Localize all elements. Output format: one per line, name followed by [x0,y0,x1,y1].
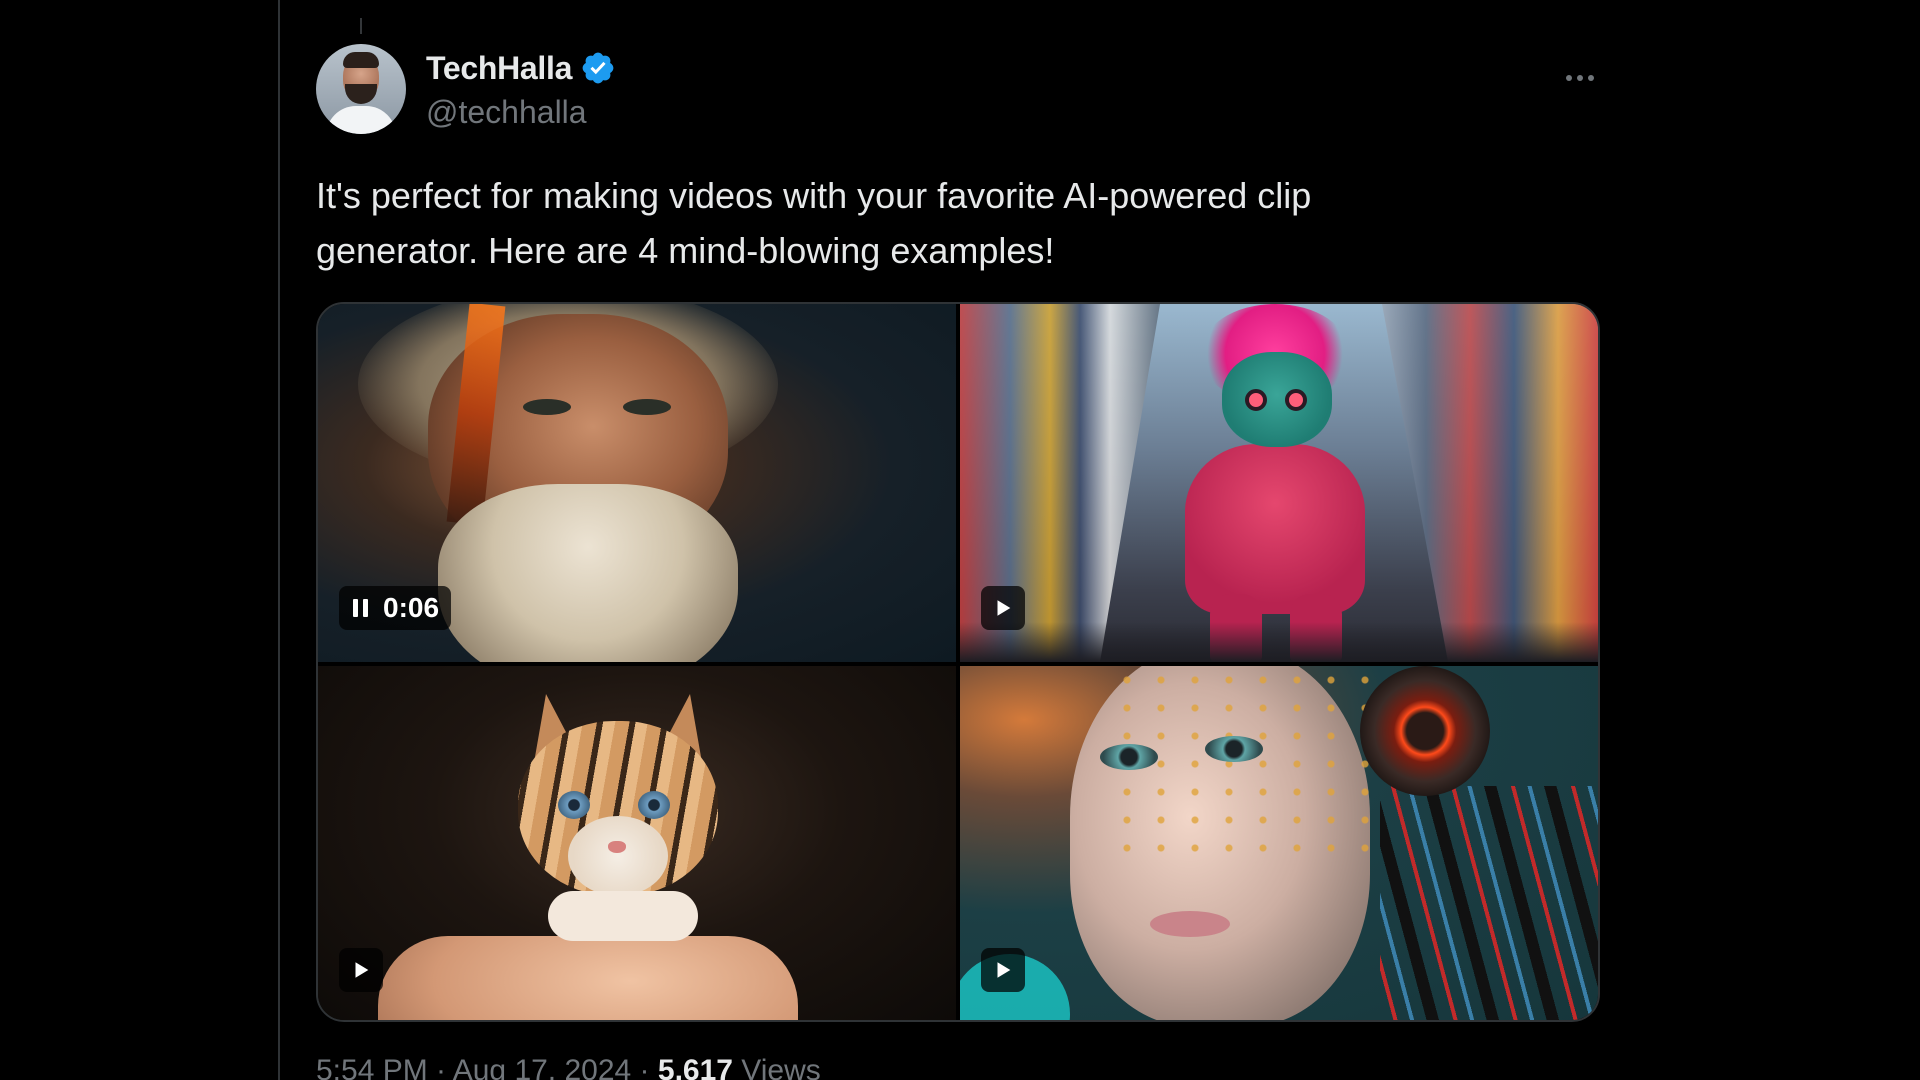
video-playback-overlay[interactable]: 0:06 [339,586,452,630]
verified-badge-icon[interactable] [580,50,616,86]
media-grid: 0:06 [316,302,1600,1022]
view-count: 5,617 [657,1054,733,1080]
timeline-left-border [278,0,280,1080]
tweet-header: TechHalla @techhalla [316,44,1600,140]
play-icon[interactable] [981,586,1025,630]
tweet-text: It's perfect for making videos with your… [316,175,1312,271]
video-cyborg-woman[interactable] [960,666,1598,1020]
video-kitten-on-finger[interactable] [318,666,956,1020]
play-icon[interactable] [339,948,383,992]
pause-icon[interactable] [349,597,371,619]
author-display-name[interactable]: TechHalla [426,50,572,87]
video-duration: 0:06 [383,592,440,623]
view-count-label: Views [732,1054,821,1080]
play-icon[interactable] [981,948,1025,992]
avatar[interactable] [316,44,406,134]
author-name-row: TechHalla [426,48,616,88]
more-options-icon[interactable] [1556,60,1604,96]
tweet-timestamp[interactable]: 5:54 PM · Aug 17, 2024 · [316,1054,658,1080]
video-old-man-portrait[interactable]: 0:06 [318,304,956,662]
tweet[interactable]: TechHalla @techhalla It's perfect for ma… [316,44,1600,1080]
video-pink-creature-city[interactable] [960,304,1598,662]
author-handle[interactable]: @techhalla [426,94,587,131]
thread-connector-line [360,18,362,34]
tweet-timestamp-row: 5:54 PM · Aug 17, 2024 · 5,617 Views [316,1054,821,1080]
